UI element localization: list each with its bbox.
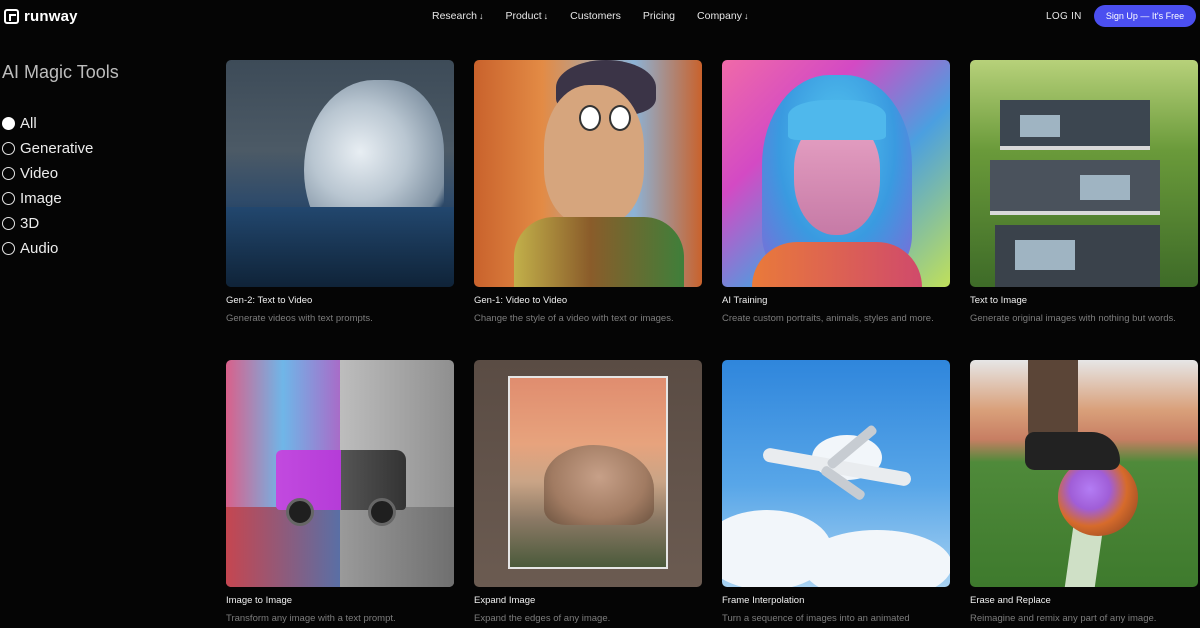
player-shoe bbox=[1025, 432, 1120, 470]
nav-customers-label: Customers bbox=[570, 10, 621, 22]
filter-3d[interactable]: 3D bbox=[2, 211, 93, 236]
portrait-fringe bbox=[788, 100, 886, 140]
arrow-down-icon: ↓ bbox=[743, 11, 749, 21]
airplane-sky-image[interactable] bbox=[722, 360, 950, 587]
tool-title[interactable]: Gen-1: Video to Video bbox=[474, 295, 702, 306]
category-filters: All Generative Video Image 3D Audio bbox=[2, 111, 93, 261]
arrow-down-icon: ↓ bbox=[478, 11, 484, 21]
tool-title[interactable]: Image to Image bbox=[226, 595, 454, 606]
tool-card-expand-image[interactable]: Expand Image Expand the edges of any ima… bbox=[474, 360, 702, 626]
tool-description: Turn a sequence of images into an animat… bbox=[722, 613, 910, 624]
radio-icon[interactable] bbox=[2, 242, 15, 255]
login-link[interactable]: LOG IN bbox=[1046, 11, 1082, 22]
tool-title[interactable]: Erase and Replace bbox=[970, 595, 1198, 606]
filter-label: Image bbox=[20, 190, 62, 207]
tool-description: Generate original images with nothing bu… bbox=[970, 313, 1176, 324]
tool-description: Change the style of a video with text or… bbox=[474, 313, 674, 324]
tool-title[interactable]: Text to Image bbox=[970, 295, 1198, 306]
nav-product-label: Product bbox=[505, 10, 542, 22]
modern-house-image[interactable] bbox=[970, 60, 1198, 287]
filter-video[interactable]: Video bbox=[2, 161, 93, 186]
filter-label: All bbox=[20, 115, 37, 132]
radio-icon[interactable] bbox=[2, 192, 15, 205]
filter-label: Video bbox=[20, 165, 59, 182]
filter-label: Generative bbox=[20, 140, 94, 157]
tool-title[interactable]: Frame Interpolation bbox=[722, 595, 950, 606]
nav-research[interactable]: Research ↓ bbox=[432, 10, 483, 22]
character-coat bbox=[514, 217, 684, 287]
split-car-image[interactable] bbox=[226, 360, 454, 587]
tool-card-gen1[interactable]: Gen-1: Video to Video Change the style o… bbox=[474, 60, 702, 326]
soccer-ball-image[interactable] bbox=[970, 360, 1198, 587]
radio-icon[interactable] bbox=[2, 142, 15, 155]
tool-description: Expand the edges of any image. bbox=[474, 613, 611, 624]
nav-company-label: Company bbox=[697, 10, 742, 22]
stormy-wave-image[interactable] bbox=[226, 60, 454, 287]
radio-selected-icon[interactable] bbox=[2, 117, 15, 130]
runway-logo-icon bbox=[4, 9, 19, 24]
tool-card-gen2[interactable]: Gen-2: Text to Video Generate videos wit… bbox=[226, 60, 454, 326]
brand-logo[interactable]: runway bbox=[4, 8, 78, 25]
filter-all[interactable]: All bbox=[2, 111, 93, 136]
neon-portrait-image[interactable] bbox=[722, 60, 950, 287]
brand-name: runway bbox=[24, 8, 78, 25]
nav-product[interactable]: Product ↓ bbox=[505, 10, 548, 22]
house-floor bbox=[990, 160, 1160, 215]
tool-card-ai-training[interactable]: AI Training Create custom portraits, ani… bbox=[722, 60, 950, 326]
tool-card-erase-and-replace[interactable]: Erase and Replace Reimagine and remix an… bbox=[970, 360, 1198, 626]
nav-company[interactable]: Company ↓ bbox=[697, 10, 748, 22]
radio-icon[interactable] bbox=[2, 217, 15, 230]
car-ground bbox=[226, 507, 454, 587]
sea bbox=[226, 207, 454, 287]
tool-description: Create custom portraits, animals, styles… bbox=[722, 313, 934, 324]
tool-description: Reimagine and remix any part of any imag… bbox=[970, 613, 1157, 624]
signup-button[interactable]: Sign Up — It's Free bbox=[1094, 5, 1196, 27]
car-wheel bbox=[286, 498, 314, 526]
main-nav: Research ↓ Product ↓ Customers Pricing Com… bbox=[432, 10, 770, 22]
character-eye bbox=[609, 105, 631, 131]
filter-image[interactable]: Image bbox=[2, 186, 93, 211]
tool-description: Transform any image with a text prompt. bbox=[226, 613, 396, 624]
car-wheel bbox=[368, 498, 396, 526]
nav-customers[interactable]: Customers bbox=[570, 10, 621, 22]
arrow-down-icon: ↓ bbox=[543, 11, 549, 21]
filter-audio[interactable]: Audio bbox=[2, 236, 93, 261]
filter-generative[interactable]: Generative bbox=[2, 136, 93, 161]
top-navigation-bar: runway Research ↓ Product ↓ Customers Pric… bbox=[0, 0, 1200, 34]
nav-pricing[interactable]: Pricing bbox=[643, 10, 675, 22]
house-window bbox=[1020, 115, 1060, 137]
tool-card-text-to-image[interactable]: Text to Image Generate original images w… bbox=[970, 60, 1198, 326]
desert-rock-image[interactable] bbox=[474, 360, 702, 587]
filter-label: 3D bbox=[20, 215, 40, 232]
tool-title[interactable]: AI Training bbox=[722, 295, 950, 306]
clay-character-image[interactable] bbox=[474, 60, 702, 287]
tool-card-image-to-image[interactable]: Image to Image Transform any image with … bbox=[226, 360, 454, 626]
tool-card-frame-interpolation[interactable]: Frame Interpolation Turn a sequence of i… bbox=[722, 360, 950, 626]
tool-title[interactable]: Gen-2: Text to Video bbox=[226, 295, 454, 306]
sidebar-title: AI Magic Tools bbox=[2, 62, 119, 82]
house-window bbox=[1080, 175, 1130, 200]
nav-pricing-label: Pricing bbox=[642, 10, 676, 22]
portrait-shirt bbox=[752, 242, 922, 287]
tool-description: Generate videos with text prompts. bbox=[226, 313, 373, 324]
nav-research-label: Research bbox=[432, 10, 477, 22]
filter-label: Audio bbox=[20, 240, 59, 257]
character-eye bbox=[579, 105, 601, 131]
radio-icon[interactable] bbox=[2, 167, 15, 180]
house-window bbox=[1015, 240, 1075, 270]
tool-title[interactable]: Expand Image bbox=[474, 595, 702, 606]
